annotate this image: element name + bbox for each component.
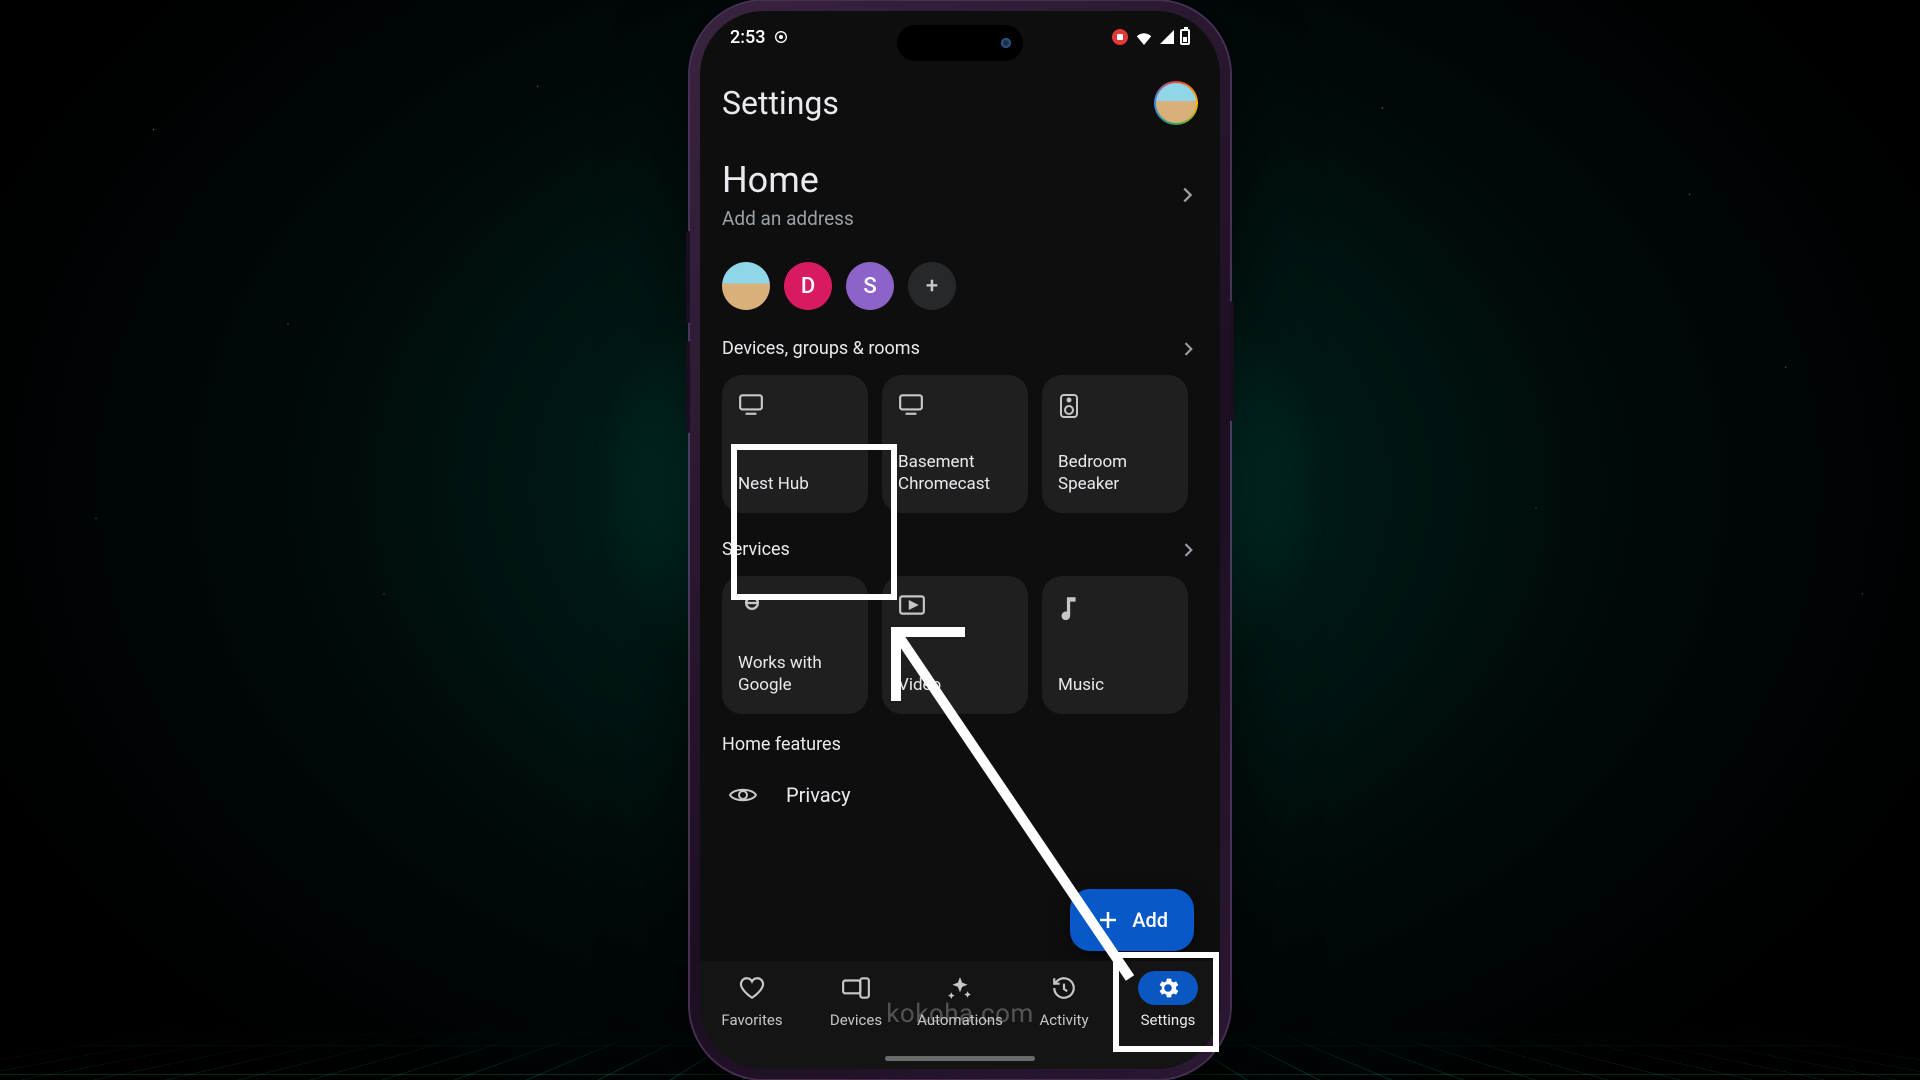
home-features-title: Home features (722, 734, 1198, 755)
music-note-icon (1058, 594, 1172, 620)
services-section-header[interactable]: Services (722, 539, 1198, 560)
speaker-icon (1058, 393, 1172, 419)
gear-icon (1138, 971, 1198, 1005)
service-card-music[interactable]: Music (1042, 576, 1188, 714)
chevron-right-icon (1178, 339, 1198, 359)
video-icon (898, 594, 1012, 616)
devices-cards: Nest Hub Basement Chromecast Bedroom Spe… (722, 375, 1198, 513)
nav-favorites[interactable]: Favorites (700, 971, 804, 1029)
device-card-bedroom-speaker[interactable]: Bedroom Speaker (1042, 375, 1188, 513)
feature-label: Privacy (786, 783, 851, 807)
device-card-label: Basement Chromecast (898, 451, 1012, 495)
device-card-label: Bedroom Speaker (1058, 451, 1172, 495)
nav-activity[interactable]: Activity (1012, 971, 1116, 1029)
nav-label: Favorites (721, 1011, 782, 1029)
feature-row-privacy[interactable]: Privacy (722, 765, 1198, 813)
link-icon (738, 594, 852, 612)
devices-icon (826, 971, 886, 1005)
plus-icon (1096, 908, 1120, 932)
device-card-nest-hub[interactable]: Nest Hub (722, 375, 868, 513)
member-avatar-d[interactable]: D (784, 262, 832, 310)
device-card-basement-chromecast[interactable]: Basement Chromecast (882, 375, 1028, 513)
fab-label: Add (1132, 908, 1168, 932)
service-card-label: Works with Google (738, 652, 852, 696)
home-subtitle: Add an address (722, 207, 854, 230)
add-fab[interactable]: Add (1070, 889, 1194, 951)
phone-screen: 2:53 Settings Home Add an address (700, 11, 1220, 1069)
home-row[interactable]: Home Add an address (722, 153, 1198, 236)
services-cards: Works with Google Video Music (722, 576, 1198, 714)
member-avatar-1[interactable] (722, 262, 770, 310)
sparkle-icon (930, 971, 990, 1005)
service-card-works-with-google[interactable]: Works with Google (722, 576, 868, 714)
display-icon (898, 393, 1012, 415)
nav-label: Automations (917, 1011, 1003, 1029)
nav-label: Settings (1141, 1011, 1196, 1029)
history-icon (1034, 971, 1094, 1005)
devices-section-title: Devices, groups & rooms (722, 338, 920, 359)
heart-icon (722, 971, 782, 1005)
household-members: D S + (722, 262, 1198, 310)
service-card-video[interactable]: Video (882, 576, 1028, 714)
services-section-title: Services (722, 539, 790, 560)
page-title: Settings (722, 84, 839, 122)
bottom-nav: Favorites Devices Automations Activity (700, 961, 1220, 1069)
home-indicator[interactable] (885, 1056, 1035, 1061)
chevron-right-icon (1176, 184, 1198, 206)
service-card-label: Music (1058, 674, 1172, 696)
add-member-button[interactable]: + (908, 262, 956, 310)
nav-settings[interactable]: Settings (1116, 971, 1220, 1029)
device-card-label: Nest Hub (738, 473, 852, 495)
account-avatar[interactable] (1154, 81, 1198, 125)
phone-frame: 2:53 Settings Home Add an address (690, 1, 1230, 1079)
display-icon (738, 393, 852, 415)
devices-section-header[interactable]: Devices, groups & rooms (722, 338, 1198, 359)
home-title: Home (722, 159, 854, 201)
nav-label: Devices (830, 1011, 882, 1029)
nav-automations[interactable]: Automations (908, 971, 1012, 1029)
nav-devices[interactable]: Devices (804, 971, 908, 1029)
privacy-icon (722, 783, 764, 807)
nav-label: Activity (1039, 1011, 1088, 1029)
chevron-right-icon (1178, 540, 1198, 560)
member-avatar-s[interactable]: S (846, 262, 894, 310)
service-card-label: Video (898, 674, 1012, 696)
